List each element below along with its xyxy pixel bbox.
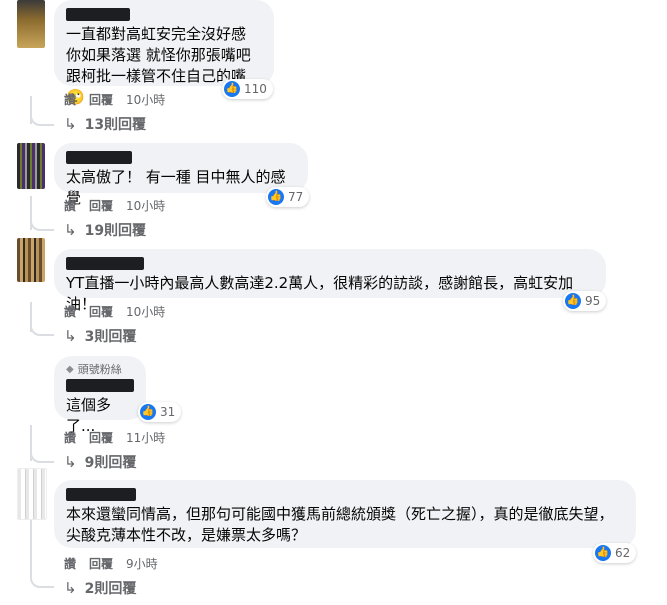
reaction-count[interactable]: 👍 31: [138, 402, 182, 422]
reply-button[interactable]: 回覆: [89, 303, 113, 320]
avatar[interactable]: [17, 0, 45, 48]
view-replies-link[interactable]: ↳ 3則回覆: [64, 326, 136, 346]
reply-arrow-icon: ↳: [64, 327, 77, 345]
thread-connector: [30, 572, 54, 588]
comment-text: 本來還蠻同情高，但那句可能國中獲馬前總統頒獎（死亡之握），真的是徹底失望， 尖酸…: [66, 505, 614, 544]
redacted-author-name[interactable]: [66, 257, 144, 270]
view-replies-link[interactable]: ↳ 9則回覆: [64, 452, 136, 472]
like-button[interactable]: 讚: [64, 303, 76, 320]
timestamp[interactable]: 10小時: [126, 197, 165, 214]
thumbs-up-icon: 👍: [565, 293, 581, 309]
thumbs-up-icon: 👍: [595, 545, 611, 561]
timestamp[interactable]: 10小時: [126, 91, 165, 108]
reply-arrow-icon: ↳: [64, 221, 77, 239]
thread-connector: [30, 447, 54, 463]
thumbs-up-icon: 👍: [140, 404, 156, 420]
like-button[interactable]: 讚: [64, 197, 76, 214]
comment-actions: 讚 回覆 10小時: [64, 303, 165, 320]
like-button[interactable]: 讚: [64, 555, 76, 572]
reply-arrow-icon: ↳: [64, 453, 77, 471]
comment-bubble: YT直播一小時內最高人數高達2.2萬人，很精彩的訪談，感謝館長，高虹安加油！: [54, 249, 606, 313]
avatar[interactable]: [17, 143, 45, 189]
view-replies-link[interactable]: ↳ 2則回覆: [64, 578, 136, 598]
reply-button[interactable]: 回覆: [89, 197, 113, 214]
thumbs-up-icon: 👍: [268, 189, 284, 205]
redacted-author-name[interactable]: [66, 8, 130, 21]
comment-thread: 一直都對高虹安完全沒好感 你如果落選 就怪你那張嘴吧 跟柯批一樣管不住自己的嘴🙄…: [0, 0, 667, 605]
comment-actions: 讚 回覆 10小時: [64, 197, 165, 214]
reaction-count[interactable]: 👍 77: [266, 187, 310, 207]
comment-actions: 讚 回覆 10小時: [64, 91, 165, 108]
reply-button[interactable]: 回覆: [89, 91, 113, 108]
reaction-count[interactable]: 👍 95: [563, 291, 607, 311]
thread-line: [30, 520, 32, 580]
reaction-count[interactable]: 👍 110: [222, 79, 273, 99]
reaction-count[interactable]: 👍 62: [593, 543, 637, 563]
comment-actions: 讚 回覆 11小時: [64, 429, 165, 446]
view-replies-link[interactable]: ↳ 19則回覆: [64, 220, 146, 240]
comment-bubble: ◆ 頭號粉絲 這個多了...: [54, 356, 146, 435]
view-replies-link[interactable]: ↳ 13則回覆: [64, 114, 146, 134]
comment-actions: 讚 回覆 9小時: [64, 555, 158, 572]
reply-arrow-icon: ↳: [64, 579, 77, 597]
avatar[interactable]: [17, 468, 47, 520]
redacted-author-name[interactable]: [66, 379, 134, 392]
timestamp[interactable]: 11小時: [126, 429, 165, 446]
thread-connector: [30, 215, 54, 231]
thread-connector: [30, 320, 54, 336]
timestamp[interactable]: 10小時: [126, 303, 165, 320]
reply-button[interactable]: 回覆: [89, 429, 113, 446]
comment-bubble: 本來還蠻同情高，但那句可能國中獲馬前總統頒獎（死亡之握），真的是徹底失望， 尖酸…: [54, 480, 636, 548]
thread-connector: [30, 110, 54, 126]
thumbs-up-icon: 👍: [224, 81, 240, 97]
comment-bubble: 一直都對高虹安完全沒好感 你如果落選 就怪你那張嘴吧 跟柯批一樣管不住自己的嘴🙄: [54, 0, 274, 106]
reply-button[interactable]: 回覆: [89, 555, 113, 572]
redacted-author-name[interactable]: [66, 488, 136, 501]
reply-arrow-icon: ↳: [64, 115, 77, 133]
avatar[interactable]: [17, 238, 45, 282]
like-button[interactable]: 讚: [64, 429, 76, 446]
timestamp[interactable]: 9小時: [126, 555, 158, 572]
comment-bubble: 太高傲了！ 有一種 目中無人的感覺: [54, 143, 308, 207]
like-button[interactable]: 讚: [64, 91, 76, 108]
top-fan-badge[interactable]: ◆ 頭號粉絲: [66, 363, 134, 377]
redacted-author-name[interactable]: [66, 151, 132, 164]
diamond-icon: ◆: [66, 364, 74, 375]
